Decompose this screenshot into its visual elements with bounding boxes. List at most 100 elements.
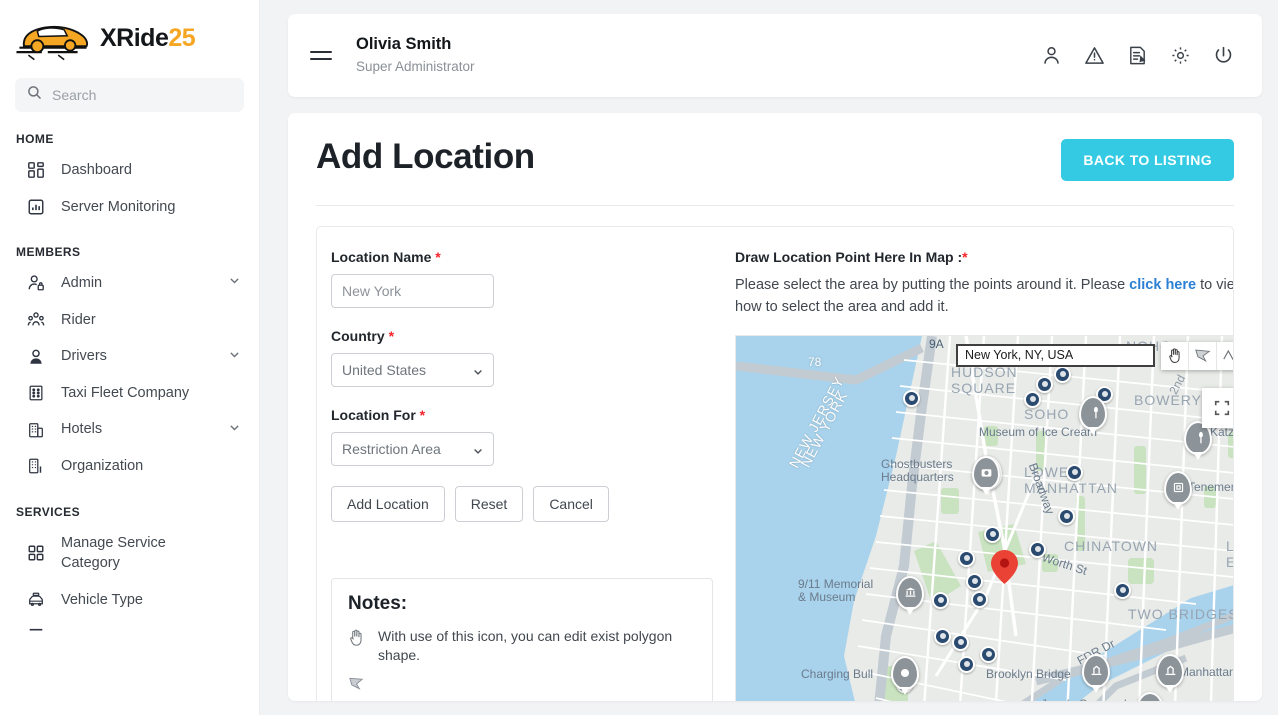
brooklyn-bridge-poi	[1082, 654, 1110, 688]
chart-box-icon	[26, 197, 45, 216]
location-for-field: Location For * Restriction Area	[331, 407, 713, 466]
users-group-icon	[26, 311, 45, 330]
user-role: Super Administrator	[356, 57, 475, 77]
fullscreen-icon[interactable]	[1202, 388, 1234, 428]
chevron-down-icon[interactable]	[228, 348, 241, 366]
sidebar-item-label: Server Monitoring	[61, 197, 175, 218]
document-edit-icon[interactable]	[1127, 45, 1148, 66]
power-icon[interactable]	[1213, 45, 1234, 66]
divider	[316, 205, 1234, 206]
reset-button[interactable]: Reset	[455, 486, 524, 522]
sidebar-item-rider[interactable]: Rider	[0, 302, 259, 339]
sidebar-item-server-monitoring[interactable]: Server Monitoring	[0, 189, 259, 226]
search-area	[15, 78, 244, 112]
country-select[interactable]: United States	[331, 353, 494, 387]
location-name-field: Location Name *	[331, 249, 713, 308]
location-marker[interactable]	[991, 550, 1018, 584]
sidebar-item-manage-service-category[interactable]: Manage Service Category	[0, 525, 259, 582]
sidebar-item-vehicle-type[interactable]: Vehicle Type	[0, 582, 259, 619]
required-asterisk: *	[962, 249, 967, 265]
card-header: Add Location BACK TO LISTING	[316, 139, 1234, 181]
map-search-input[interactable]	[956, 344, 1155, 367]
hotel-icon	[26, 420, 45, 439]
note-text: With use of this icon, you can edit exis…	[378, 627, 696, 665]
hamburger-icon[interactable]	[310, 46, 332, 65]
sidebar-item-partial[interactable]	[0, 618, 259, 654]
location-name-input[interactable]	[331, 274, 494, 308]
main-content: Olivia Smith Super Administrator	[260, 0, 1278, 715]
chevron-down-icon[interactable]	[228, 274, 241, 292]
page-title: Add Location	[316, 139, 535, 174]
car-logo-icon	[12, 12, 94, 64]
user-info: Olivia Smith Super Administrator	[356, 34, 475, 77]
sidebar-item-label: Hotels	[61, 419, 102, 440]
user-lock-icon	[26, 274, 45, 293]
sidebar-item-hotels[interactable]: Hotels	[0, 411, 259, 448]
building-grid-icon	[26, 384, 45, 403]
taxi-icon	[26, 591, 45, 610]
country-field: Country * United States	[331, 328, 713, 387]
user-name: Olivia Smith	[356, 34, 475, 55]
map-description: Please select the area by putting the po…	[735, 275, 1234, 319]
add-location-button[interactable]: Add Location	[331, 486, 445, 522]
sidebar-item-dashboard[interactable]: Dashboard	[0, 152, 259, 189]
map-desc-part1: Please select the area by putting the po…	[735, 277, 1129, 293]
ghostbusters-hq-poi	[972, 456, 1000, 490]
required-asterisk: *	[435, 249, 440, 265]
charging-bull-poi	[891, 656, 919, 690]
note-item: With use of this icon, you can edit exis…	[348, 627, 696, 665]
map-column: Draw Location Point Here In Map :* Pleas…	[723, 249, 1234, 701]
location-for-select[interactable]: Restriction Area	[331, 432, 494, 466]
grid-icon	[26, 161, 45, 180]
hand-pan-tool[interactable]	[1161, 342, 1189, 370]
sidebar-item-taxi-fleet-company[interactable]: Taxi Fleet Company	[0, 375, 259, 412]
grid-icon	[26, 544, 45, 563]
note-item	[348, 675, 696, 697]
user-icon	[26, 347, 45, 366]
restaurant-poi	[1079, 396, 1107, 430]
search-icon	[27, 85, 42, 105]
search-input[interactable]	[52, 87, 232, 103]
brand-logo-area[interactable]: XRide25	[0, 0, 259, 72]
location-name-label: Location Name *	[331, 249, 713, 265]
sidebar: XRide25 HOME Dashboard	[0, 0, 260, 715]
memorial-museum-poi	[896, 576, 924, 610]
topbar-icons	[1041, 45, 1234, 66]
notes-box: Notes: With use of this icon, you	[331, 578, 713, 701]
brand-name: XRide25	[100, 24, 195, 53]
location-map[interactable]: NEW JERSEYNEW YORK789AHUDSON SQUARESOHON…	[735, 335, 1234, 702]
sidebar-item-label: Dashboard	[61, 160, 132, 181]
sidebar-item-label: Taxi Fleet Company	[61, 383, 189, 404]
profile-icon[interactable]	[1041, 45, 1062, 66]
hand-cursor-icon	[348, 627, 370, 665]
country-label: Country *	[331, 328, 713, 344]
sidebar-section-services: SERVICES	[0, 485, 259, 525]
cancel-button[interactable]: Cancel	[533, 486, 609, 522]
form-map-panel: Location Name * Country * United States	[316, 226, 1234, 701]
sidebar-item-admin[interactable]: Admin	[0, 265, 259, 302]
partial-icon	[26, 627, 45, 646]
alert-triangle-icon[interactable]	[1084, 45, 1105, 66]
polygon-draw-tool[interactable]	[1189, 342, 1217, 370]
sidebar-item-drivers[interactable]: Drivers	[0, 338, 259, 375]
back-to-listing-button[interactable]: BACK TO LISTING	[1061, 139, 1234, 181]
sidebar-item-label: Admin	[61, 273, 102, 294]
form-buttons: Add Location Reset Cancel	[331, 486, 713, 522]
click-here-link[interactable]: click here	[1129, 277, 1196, 293]
sidebar-item-label: Organization	[61, 456, 143, 477]
sidebar-item-organization[interactable]: Organization	[0, 448, 259, 485]
janes-carousel-poi	[1136, 692, 1164, 702]
map-drawing-tools	[1161, 342, 1234, 370]
map-poi-cluster	[736, 336, 1234, 702]
required-asterisk: *	[420, 407, 425, 423]
manhattan-bridge-poi	[1156, 654, 1184, 688]
gear-icon[interactable]	[1170, 45, 1191, 66]
sidebar-item-label: Rider	[61, 310, 96, 331]
chevron-down-icon[interactable]	[228, 421, 241, 439]
app-root: XRide25 HOME Dashboard	[0, 0, 1278, 715]
tenement-museum-poi	[1164, 471, 1192, 505]
sidebar-section-home: HOME	[0, 112, 259, 152]
search-box[interactable]	[15, 78, 244, 112]
form-column: Location Name * Country * United States	[331, 249, 723, 701]
polyline-draw-tool[interactable]	[1217, 342, 1234, 370]
